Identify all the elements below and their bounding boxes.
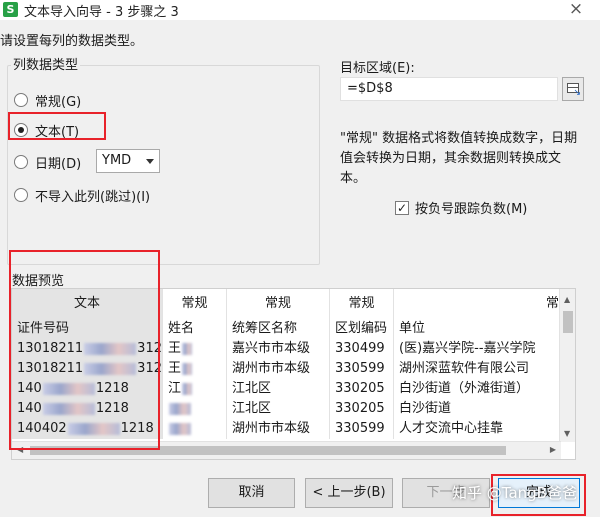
horizontal-scroll-thumb[interactable]: [30, 446, 506, 455]
format-description: "常规" 数据格式将数值转换成数字，日期值会转换为日期，其余数据则转换成文本。: [340, 131, 578, 186]
redacted-block: [67, 422, 120, 435]
table-cell: 统筹区名称: [227, 319, 330, 339]
column-header[interactable]: 常规: [330, 289, 394, 319]
dialog-title: 文本导入向导 - 3 步骤之 3: [24, 5, 179, 20]
target-area-input[interactable]: =$D$8: [340, 77, 558, 101]
radio-date[interactable]: 日期(D): [14, 151, 81, 173]
radio-skip-label: 不导入此列(跳过)(I): [35, 189, 151, 205]
redacted-block: [182, 342, 193, 355]
radio-text-circle[interactable]: [14, 123, 28, 137]
negative-number-label: 按负号跟踪负数(M): [415, 202, 528, 217]
table-cell: 湖州市市本级: [227, 419, 330, 439]
radio-text[interactable]: 文本(T): [14, 119, 79, 141]
column-header[interactable]: 文本: [12, 289, 163, 319]
table-cell: 证件号码: [12, 319, 163, 339]
cancel-button[interactable]: 取消: [208, 478, 295, 508]
table-cell: 330599: [330, 359, 394, 379]
table-cell: 王: [163, 359, 227, 379]
redacted-block: [182, 382, 193, 395]
redacted-block: [84, 342, 137, 355]
wps-spreadsheet-icon: S: [3, 2, 18, 17]
radio-general-label: 常规(G): [35, 94, 82, 110]
close-icon[interactable]: ×: [566, 0, 586, 19]
table-cell: [163, 399, 227, 419]
horizontal-scrollbar[interactable]: ◀ ▶: [12, 441, 561, 459]
radio-date-label: 日期(D): [35, 156, 82, 172]
table-cell: 13018211 312: [12, 359, 163, 379]
scroll-down-icon[interactable]: ▼: [564, 429, 570, 438]
redacted-block: [169, 402, 191, 415]
negative-number-checkbox[interactable]: ✓: [395, 200, 409, 215]
table-cell: 13018211 312: [12, 339, 163, 359]
vertical-scrollbar[interactable]: ▲ ▼: [559, 289, 575, 442]
scroll-right-icon[interactable]: ▶: [550, 445, 556, 454]
radio-general-circle[interactable]: [14, 93, 28, 107]
radio-skip-circle[interactable]: [14, 188, 28, 202]
column-header[interactable]: 常规: [163, 289, 227, 319]
table-cell: 330599: [330, 419, 394, 439]
table-cell: 湖州深蓝软件有限公司: [399, 361, 530, 376]
arrow-icon: ↘: [573, 88, 581, 98]
preview-column-4[interactable]: 常规 区划编码 330499 330599 330205 330205 3305…: [330, 289, 394, 442]
table-cell: 140 1218: [12, 379, 163, 399]
title-bar: S 文本导入向导 - 3 步骤之 3 ×: [0, 0, 600, 20]
table-cell: 江北区: [227, 399, 330, 419]
data-preview[interactable]: 文本 证件号码 13018211 312 13018211 312 140 1218 …: [11, 288, 576, 460]
table-cell: 区划编码: [330, 319, 394, 339]
table-cell: 湖州市市本级: [227, 359, 330, 379]
preview-column-3[interactable]: 常规 统筹区名称 嘉兴市市本级 湖州市市本级 江北区 江北区 湖州市市本级: [227, 289, 330, 442]
table-cell: 330205: [330, 399, 394, 419]
date-format-select[interactable]: YMD: [96, 149, 160, 173]
column-type-group-title: 列数据类型: [11, 54, 81, 73]
table-cell: 嘉兴市市本级: [227, 339, 330, 359]
table-cell: 330499: [330, 339, 394, 359]
table-cell: (医)嘉兴学院--嘉兴学院: [399, 341, 536, 356]
redacted-block: [42, 382, 95, 395]
table-cell: 江: [163, 379, 227, 399]
scroll-left-icon[interactable]: ◀: [17, 445, 23, 454]
table-cell: 单位: [399, 321, 426, 336]
redacted-block: [42, 402, 95, 415]
date-format-value: YMD: [102, 153, 132, 168]
instruction-text: 请设置每列的数据类型。: [0, 34, 144, 49]
table-cell: 330205: [330, 379, 394, 399]
radio-date-circle[interactable]: [14, 155, 28, 169]
negative-number-option[interactable]: ✓ 按负号跟踪负数(M): [395, 198, 527, 217]
target-area-label: 目标区域(E):: [340, 61, 415, 76]
watermark: 知乎 @TangB爸爸: [452, 484, 577, 502]
table-cell: 140402 1218: [12, 419, 163, 439]
table-cell: 白沙街道: [399, 401, 452, 416]
table-cell: 江北区: [227, 379, 330, 399]
table-cell: 人才交流中心挂靠: [399, 421, 504, 436]
redacted-block: [169, 422, 191, 435]
radio-text-label: 文本(T): [35, 124, 80, 140]
column-header[interactable]: 常规: [227, 289, 330, 319]
table-cell: 姓名: [163, 319, 227, 339]
back-button[interactable]: < 上一步(B): [305, 478, 393, 508]
vertical-scroll-thumb[interactable]: [563, 311, 573, 333]
radio-general[interactable]: 常规(G): [14, 89, 81, 111]
preview-column-5[interactable]: 常 单位 (医)嘉兴学院--嘉兴学院 湖州深蓝软件有限公司 白沙街道（外滩街道）…: [394, 289, 561, 442]
column-header[interactable]: 常: [394, 289, 561, 319]
table-cell: 王: [163, 339, 227, 359]
table-cell: 白沙街道（外滩街道）: [399, 381, 530, 396]
radio-skip[interactable]: 不导入此列(跳过)(I): [14, 184, 150, 206]
table-cell: 140 1218: [12, 399, 163, 419]
preview-column-2[interactable]: 常规 姓名 王 王 江: [163, 289, 227, 442]
preview-title: 数据预览: [12, 274, 65, 289]
scroll-up-icon[interactable]: ▲: [564, 295, 570, 304]
table-cell: [163, 419, 227, 439]
redacted-block: [84, 362, 137, 375]
redacted-block: [182, 362, 193, 375]
range-picker-button[interactable]: ↘: [562, 77, 584, 101]
preview-column-1[interactable]: 文本 证件号码 13018211 312 13018211 312 140 1218 …: [12, 289, 163, 442]
chevron-down-icon: [146, 159, 154, 164]
